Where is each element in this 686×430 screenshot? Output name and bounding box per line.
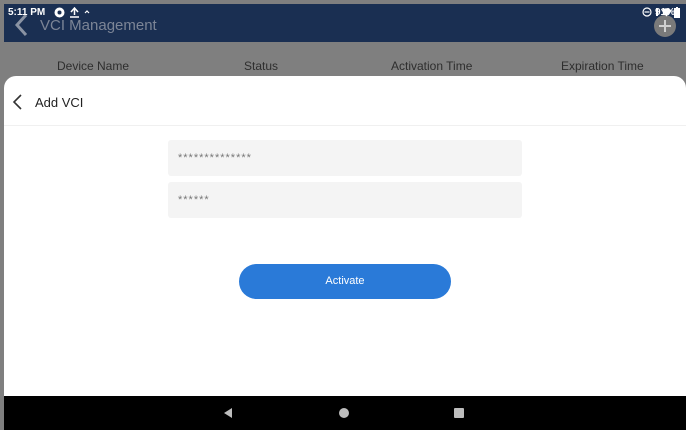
sheet-title: Add VCI (35, 95, 84, 110)
add-device-button[interactable] (654, 15, 676, 37)
page-title: VCI Management (40, 17, 157, 34)
nav-home-icon[interactable] (339, 408, 349, 418)
do-not-disturb-icon (642, 7, 652, 17)
table-header: Device Name Status Activation Time Expir… (4, 42, 686, 76)
navigation-bar (4, 396, 686, 430)
status-time: 5:11 PM (8, 7, 46, 18)
battery-percent: 91% (655, 7, 676, 18)
serial-number-field[interactable]: ************** (168, 140, 522, 176)
nav-back-icon[interactable] (224, 408, 232, 418)
notification-dot-icon (84, 10, 90, 14)
column-status: Status (244, 59, 279, 73)
activation-code-field[interactable]: ****** (168, 182, 522, 218)
column-expiration-time: Expiration Time (561, 59, 644, 73)
activate-button[interactable]: Activate (239, 264, 451, 299)
column-device-name: Device Name (57, 59, 130, 73)
app-header: VCI Management (4, 4, 686, 42)
screen: VCI Management 5:11 PM 91% Device Name S… (0, 0, 686, 430)
nav-recents-icon[interactable] (454, 408, 464, 418)
add-vci-sheet: Add VCI ************** ****** Activate (4, 76, 686, 396)
settings-icon (54, 7, 65, 18)
upload-icon (70, 7, 79, 18)
column-activation-time: Activation Time (391, 59, 473, 73)
back-chevron-icon[interactable] (10, 92, 26, 112)
sheet-header: Add VCI (4, 76, 686, 126)
